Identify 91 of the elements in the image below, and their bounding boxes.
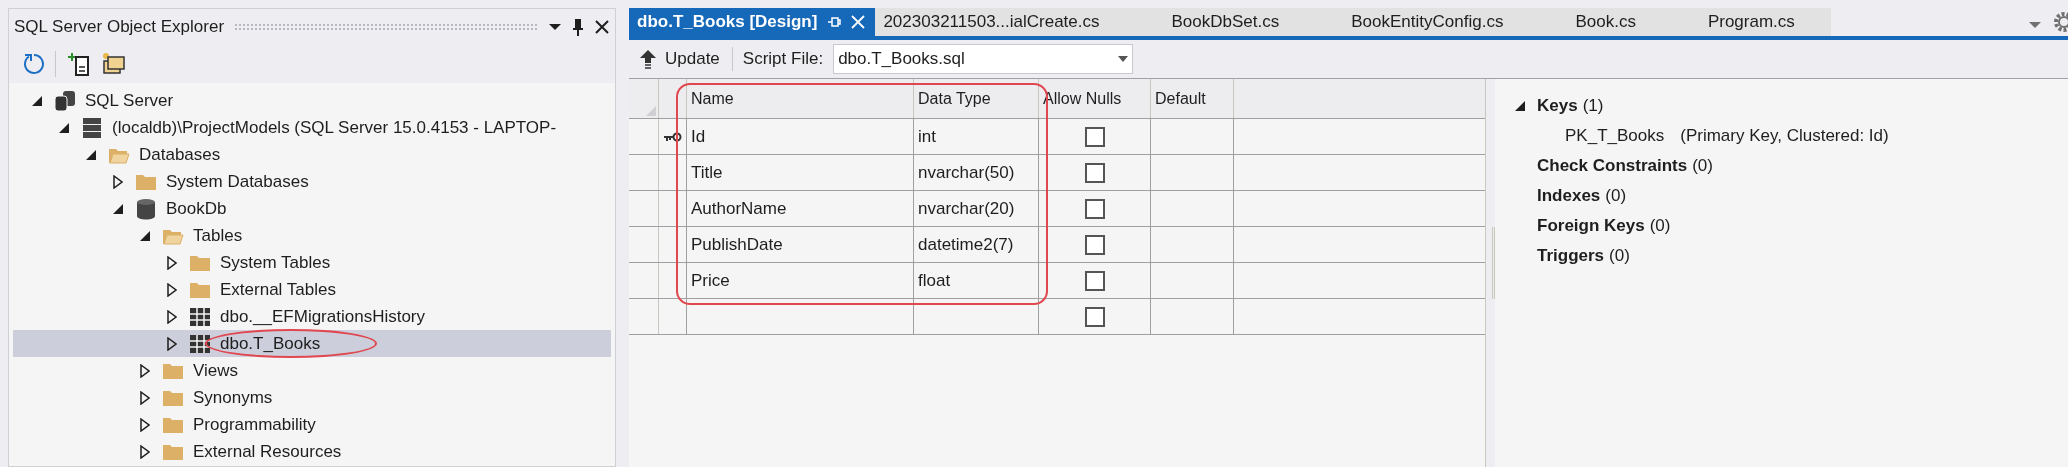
servers-icon — [53, 89, 77, 112]
close-icon[interactable] — [594, 19, 610, 35]
document-tab[interactable]: 202303211503...ialCreate.cs — [875, 8, 1136, 36]
folder-icon — [189, 280, 211, 299]
column-header[interactable]: Default — [1151, 79, 1234, 118]
dropdown-icon[interactable] — [548, 22, 562, 32]
property-heading[interactable]: Check Constraints — [1537, 153, 1688, 179]
table-cell[interactable]: nvarchar(50) — [914, 155, 1039, 190]
corner-triangle-icon — [646, 106, 656, 116]
tree-item[interactable]: Databases — [13, 141, 611, 168]
table-icon — [189, 333, 211, 354]
server-icon — [82, 116, 102, 139]
table-cell[interactable]: nvarchar(20) — [914, 191, 1039, 226]
tree-item[interactable]: Programmability — [13, 411, 611, 438]
table-cell[interactable]: Title — [687, 155, 914, 190]
tree-item[interactable]: External Tables — [13, 276, 611, 303]
add-server-icon[interactable] — [66, 51, 90, 77]
checkbox[interactable] — [1084, 126, 1105, 147]
script-file-label: Script File: — [742, 48, 824, 71]
key-detail: (Primary Key, Clustered: Id) — [1680, 125, 1889, 148]
upload-arrow-icon — [639, 49, 657, 69]
table-cell[interactable]: PublishDate — [687, 227, 914, 262]
property-heading[interactable]: Triggers — [1537, 243, 1605, 269]
checkbox[interactable] — [1084, 234, 1105, 255]
checkbox[interactable] — [1084, 198, 1105, 219]
collapsed-arrow-icon[interactable] — [113, 174, 123, 189]
document-tab[interactable]: BookEntityConfig.cs — [1315, 8, 1540, 36]
database-icon — [136, 197, 156, 220]
tree-item[interactable]: (localdb)\ProjectModels (SQL Server 15.0.4153 - LAPTOP- — [13, 114, 611, 141]
tree-item[interactable]: dbo.T_Books — [13, 330, 611, 357]
checkbox[interactable] — [1084, 270, 1105, 291]
property-count: (0) — [1649, 215, 1671, 238]
checkbox[interactable] — [1084, 162, 1105, 183]
script-file-dropdown[interactable]: dbo.T_Books.sql — [833, 44, 1134, 74]
column-header[interactable]: Data Type — [914, 79, 1039, 118]
key-name[interactable]: PK_T_Books — [1565, 123, 1665, 149]
panel-title: SQL Server Object Explorer — [14, 16, 225, 39]
folder-icon — [189, 253, 211, 272]
checkbox[interactable] — [1084, 306, 1105, 327]
tree-item[interactable]: BookDb — [13, 195, 611, 222]
table-cell[interactable]: datetime2(7) — [914, 227, 1039, 262]
document-tab[interactable]: Program.cs — [1671, 8, 1831, 36]
table-cell[interactable]: Price — [687, 263, 914, 298]
table-cell[interactable]: Id — [687, 119, 914, 154]
expanded-arrow-icon[interactable] — [1515, 101, 1525, 111]
folder-icon — [162, 442, 184, 461]
tree-item[interactable]: Views — [13, 357, 611, 384]
tree-item[interactable]: System Databases — [13, 168, 611, 195]
property-count: (0) — [1605, 185, 1627, 208]
tree-item[interactable]: Tables — [13, 222, 611, 249]
tree-item[interactable]: SQL Server — [13, 87, 611, 114]
expanded-arrow-icon[interactable] — [140, 230, 150, 241]
collapsed-arrow-icon[interactable] — [167, 336, 177, 351]
expanded-arrow-icon[interactable] — [86, 149, 96, 160]
table-icon — [189, 306, 211, 327]
tree-item[interactable]: External Resources — [13, 438, 611, 465]
table-cell[interactable]: int — [914, 119, 1039, 154]
document-tab[interactable]: BookDbSet.cs — [1135, 8, 1316, 36]
expanded-arrow-icon[interactable] — [32, 95, 42, 106]
collapsed-arrow-icon[interactable] — [167, 309, 177, 324]
property-heading[interactable]: Foreign Keys — [1537, 213, 1645, 239]
collapsed-arrow-icon[interactable] — [140, 390, 150, 405]
property-count: (0) — [1609, 245, 1630, 268]
new-query-icon[interactable] — [100, 51, 126, 77]
update-button[interactable]: Update — [637, 46, 722, 72]
expanded-arrow-icon[interactable] — [59, 122, 69, 133]
collapsed-arrow-icon[interactable] — [167, 255, 177, 270]
table-cell[interactable]: AuthorName — [687, 191, 914, 226]
table-cell[interactable]: float — [914, 263, 1039, 298]
folder-icon — [162, 415, 184, 434]
property-count: (0) — [1692, 155, 1713, 178]
folder-icon — [162, 388, 184, 407]
tree-item[interactable]: System Tables — [13, 249, 611, 276]
refresh-icon[interactable] — [21, 52, 45, 76]
caret-icon — [1118, 56, 1129, 62]
collapsed-arrow-icon[interactable] — [167, 282, 177, 297]
collapsed-arrow-icon[interactable] — [140, 363, 150, 378]
expanded-arrow-icon[interactable] — [113, 203, 123, 214]
folder-icon — [135, 172, 157, 191]
folder-icon — [162, 361, 184, 380]
pin-icon[interactable] — [572, 18, 584, 36]
collapsed-arrow-icon[interactable] — [140, 417, 150, 432]
property-heading[interactable]: Indexes — [1537, 183, 1601, 209]
property-heading[interactable]: Keys — [1537, 93, 1578, 119]
property-count: (1) — [1582, 95, 1604, 118]
document-tab[interactable]: Book.cs — [1539, 8, 1672, 36]
collapsed-arrow-icon[interactable] — [140, 444, 150, 459]
tree-item[interactable]: Synonyms — [13, 384, 611, 411]
tree-item[interactable]: dbo.__EFMigrationsHistory — [13, 303, 611, 330]
column-header[interactable]: Name — [687, 79, 914, 118]
settings-icon[interactable] — [2054, 12, 2068, 32]
